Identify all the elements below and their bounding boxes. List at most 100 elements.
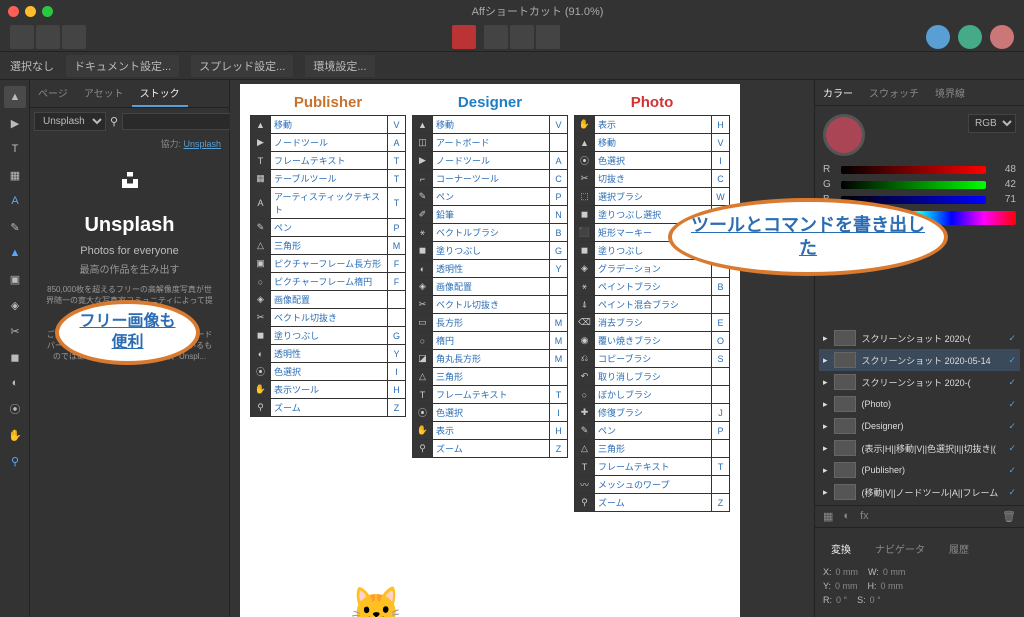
layer-visible-icon[interactable]: ✓ xyxy=(1008,355,1016,366)
layers-delete-icon[interactable]: 🗑 xyxy=(1002,510,1016,523)
tool-name-cell: 切抜き xyxy=(595,170,712,188)
vector-crop-tool-icon[interactable]: ✂ xyxy=(4,320,26,342)
stock-source-select[interactable]: Unsplash xyxy=(34,112,106,131)
toolbar-button[interactable] xyxy=(62,25,86,49)
tab-navigator[interactable]: ナビゲータ xyxy=(867,536,933,561)
layer-expand-icon[interactable]: ▸ xyxy=(823,399,828,410)
toolbar-button[interactable] xyxy=(536,25,560,49)
layer-name: スクリーンショット 2020-( xyxy=(862,376,1003,389)
tab-transform[interactable]: 変換 xyxy=(823,536,859,561)
shortcut-row: ✂ベクトル切抜き xyxy=(251,309,406,327)
layer-visible-icon[interactable]: ✓ xyxy=(1008,377,1016,388)
layer-row[interactable]: ▸ (移動|V||ノードツール|A||フレーム ✓ xyxy=(819,481,1020,503)
zoom-icon[interactable] xyxy=(42,6,53,17)
tab-color[interactable]: カラー xyxy=(815,80,861,105)
shortcut-key-cell: B xyxy=(712,278,730,296)
layer-row[interactable]: ▸スクリーンショット 2020-05-14✓ xyxy=(819,349,1020,371)
toolbar-button[interactable] xyxy=(484,25,508,49)
x-value[interactable]: 0 mm xyxy=(836,567,859,577)
close-icon[interactable] xyxy=(8,6,19,17)
table-tool-icon[interactable]: ▦ xyxy=(4,164,26,186)
layers-fx-icon[interactable]: fx xyxy=(860,510,869,523)
tab-stock[interactable]: ストック xyxy=(132,80,188,107)
tab-pages[interactable]: ページ xyxy=(30,80,76,107)
layer-visible-icon[interactable]: ✓ xyxy=(1008,333,1016,344)
layer-expand-icon[interactable]: ▸ xyxy=(823,333,828,344)
s-value[interactable]: 0 ° xyxy=(870,595,881,605)
layer-expand-icon[interactable]: ▸ xyxy=(823,355,828,366)
toolbar-button[interactable] xyxy=(36,25,60,49)
layer-name: スクリーンショット 2020-( xyxy=(862,332,1003,345)
snap-toggle-icon[interactable] xyxy=(452,25,476,49)
g-value[interactable]: 42 xyxy=(992,179,1016,190)
y-value[interactable]: 0 mm xyxy=(835,581,858,591)
canvas-area[interactable]: Publisher▲移動V▶ノードツールATフレームテキストT▦テーブルツールT… xyxy=(230,80,814,617)
transparency-tool-icon[interactable]: ◐ xyxy=(4,372,26,394)
shortcut-key-cell: A xyxy=(550,152,568,170)
fill-tool-icon[interactable]: ◼ xyxy=(4,346,26,368)
h-value[interactable]: 0 mm xyxy=(881,581,904,591)
layer-expand-icon[interactable]: ▸ xyxy=(823,377,828,388)
view-tool-icon[interactable]: ✋ xyxy=(4,424,26,446)
shortcut-row: ✋表示ツールH xyxy=(251,381,406,399)
tab-assets[interactable]: アセット xyxy=(76,80,132,107)
zoom-tool-icon[interactable]: ⚲ xyxy=(4,450,26,472)
shortcut-key-cell: J xyxy=(712,404,730,422)
search-icon[interactable]: ⚲ xyxy=(110,115,118,128)
place-image-tool-icon[interactable]: ◈ xyxy=(4,294,26,316)
node-tool-icon[interactable]: ▶ xyxy=(4,112,26,134)
layers-toolbar-icon[interactable]: ▦ xyxy=(823,510,833,523)
color-swatch-icon[interactable] xyxy=(823,114,865,156)
layer-expand-icon[interactable]: ▸ xyxy=(823,443,828,454)
r-slider[interactable] xyxy=(841,166,986,174)
layer-visible-icon[interactable]: ✓ xyxy=(1008,421,1016,432)
unsplash-brand: Unsplash xyxy=(40,214,219,237)
column-title-photo: Photo xyxy=(574,94,730,111)
minimize-icon[interactable] xyxy=(25,6,36,17)
move-tool-icon[interactable]: ▲ xyxy=(4,86,26,108)
r-label: R xyxy=(823,164,835,175)
tab-swatches[interactable]: スウォッチ xyxy=(861,80,927,105)
layer-visible-icon[interactable]: ✓ xyxy=(1008,399,1016,410)
layer-visible-icon[interactable]: ✓ xyxy=(1008,487,1016,498)
persona-designer-icon[interactable] xyxy=(958,25,982,49)
w-value[interactable]: 0 mm xyxy=(883,567,906,577)
persona-photo-icon[interactable] xyxy=(990,25,1014,49)
tab-history[interactable]: 履歴 xyxy=(941,536,977,561)
layer-row[interactable]: ▸(Designer)✓ xyxy=(819,415,1020,437)
layer-visible-icon[interactable]: ✓ xyxy=(1008,443,1016,454)
layer-expand-icon[interactable]: ▸ xyxy=(823,487,828,498)
color-picker-tool-icon[interactable]: ⦿ xyxy=(4,398,26,420)
shortcut-row: ⦿色選択I xyxy=(413,404,568,422)
layer-row[interactable]: ▸ スクリーンショット 2020-( ✓ xyxy=(819,371,1020,393)
layer-row[interactable]: ▸(Publisher)✓ xyxy=(819,459,1020,481)
g-slider[interactable] xyxy=(841,181,986,189)
persona-publisher-icon[interactable] xyxy=(926,25,950,49)
layer-name: (移動|V||ノードツール|A||フレーム xyxy=(862,486,1003,499)
document-settings-button[interactable]: ドキュメント設定... xyxy=(66,55,179,77)
layer-expand-icon[interactable]: ▸ xyxy=(823,465,828,476)
r-value[interactable]: 48 xyxy=(992,164,1016,175)
layer-visible-icon[interactable]: ✓ xyxy=(1008,465,1016,476)
layer-row[interactable]: ▸ スクリーンショット 2020-( ✓ xyxy=(819,327,1020,349)
frame-text-tool-icon[interactable]: T xyxy=(4,138,26,160)
artistic-text-tool-icon[interactable]: A xyxy=(4,190,26,212)
toolbar-button[interactable] xyxy=(510,25,534,49)
layer-expand-icon[interactable]: ▸ xyxy=(823,421,828,432)
shape-tool-icon[interactable]: ▲ xyxy=(4,242,26,264)
layer-row[interactable]: ▸(Photo)✓ xyxy=(819,393,1020,415)
tab-stroke[interactable]: 境界線 xyxy=(927,80,973,105)
toolbar-button[interactable] xyxy=(10,25,34,49)
layer-row[interactable]: ▸(表示|H||移動|V||色選択|I||切抜き|(✓ xyxy=(819,437,1020,459)
shortcut-row: ⚲ズームZ xyxy=(251,399,406,417)
shortcut-row: ○楕円M xyxy=(413,332,568,350)
b-value[interactable]: 71 xyxy=(992,194,1016,205)
spread-settings-button[interactable]: スプレッド設定... xyxy=(191,55,293,77)
layers-mask-icon[interactable]: ◐ xyxy=(843,510,850,523)
r-value[interactable]: 0 ° xyxy=(836,595,847,605)
credit-link[interactable]: Unsplash xyxy=(183,139,221,149)
color-mode-select[interactable]: RGB xyxy=(968,114,1016,133)
preferences-button[interactable]: 環境設定... xyxy=(305,55,374,77)
pen-tool-icon[interactable]: ✎ xyxy=(4,216,26,238)
picture-frame-tool-icon[interactable]: ▣ xyxy=(4,268,26,290)
